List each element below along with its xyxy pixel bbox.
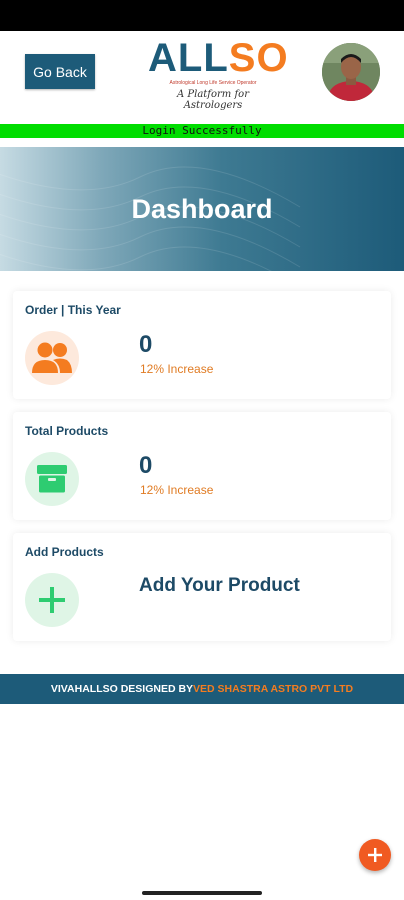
footer: VIVAHALLSO DESIGNED BY VED SHASTRA ASTRO… <box>0 674 404 704</box>
app-header: Go Back ALLSO Astrological Long Life Ser… <box>0 31 404 123</box>
product-count: 0 <box>139 452 153 479</box>
home-indicator <box>142 891 262 895</box>
page-title: Dashboard <box>131 193 273 224</box>
add-product-link[interactable]: Add Your Product <box>139 575 300 597</box>
orders-card: Order | This Year 0 12% Increase <box>13 291 391 399</box>
card-title: Order | This Year <box>25 303 121 317</box>
add-products-card[interactable]: Add Products Add Your Product <box>13 533 391 641</box>
users-icon <box>25 331 79 385</box>
dashboard-hero: Dashboard <box>0 147 404 271</box>
card-title: Add Products <box>25 545 104 559</box>
box-icon <box>25 452 79 506</box>
card-title: Total Products <box>25 424 109 438</box>
avatar[interactable] <box>322 43 380 101</box>
logo-wordmark: ALLSO <box>148 36 289 80</box>
order-trend: 12% Increase <box>140 362 214 376</box>
logo-subtitle: A Platform for Astrologers <box>177 89 249 111</box>
add-fab-button[interactable] <box>359 839 391 871</box>
products-card: Total Products 0 12% Increase <box>13 412 391 520</box>
plus-icon <box>368 848 382 862</box>
user-photo-icon <box>322 43 380 101</box>
order-count: 0 <box>139 331 153 358</box>
login-status-banner: Login Successfully <box>0 124 404 138</box>
go-back-button[interactable]: Go Back <box>25 54 95 89</box>
status-bar <box>0 0 404 31</box>
plus-icon[interactable] <box>25 573 79 627</box>
app-logo: ALLSO Astrological Long Life Service Ope… <box>148 36 289 115</box>
footer-company-link[interactable]: VED SHASTRA ASTRO PVT LTD <box>193 683 353 695</box>
footer-brand: VIVAHALLSO DESIGNED BY <box>50 683 194 695</box>
product-trend: 12% Increase <box>140 483 214 497</box>
logo-tagline: Astrological Long Life Service Operator <box>169 80 257 86</box>
